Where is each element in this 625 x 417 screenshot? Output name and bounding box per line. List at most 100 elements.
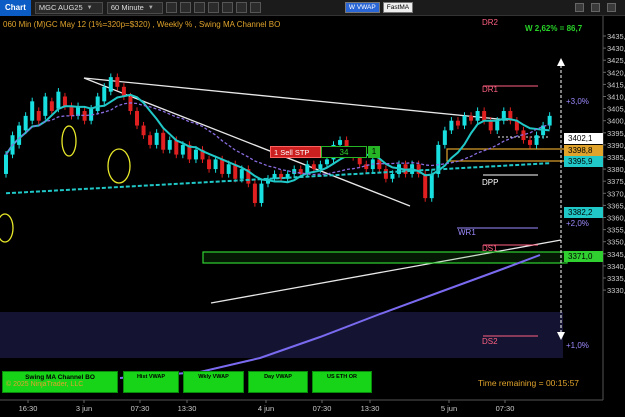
price-tick-label: 3345,0 (607, 250, 625, 259)
day-vwap-button[interactable]: Day VWAP (248, 371, 308, 393)
projection-plus3: +3,0% (566, 97, 589, 106)
chart-toolbar: Chart MGC AUG25 ▼ 60 Minute ▼ W VWAP FastM… (0, 0, 625, 16)
price-tick-label: 3425,0 (607, 56, 625, 65)
price-tick-label: 3350,0 (607, 238, 625, 247)
signal-circle (61, 125, 77, 157)
candle-body (193, 149, 198, 160)
zoom-icon[interactable] (193, 2, 205, 13)
close-icon[interactable] (607, 3, 616, 12)
breakout-channel-box (202, 251, 568, 264)
price-tick-label: 3395,0 (607, 129, 625, 138)
candle-body (528, 140, 532, 145)
stop-price-marker: 3398,8 (564, 145, 603, 156)
instrument-selector[interactable]: MGC AUG25 ▼ (34, 1, 103, 14)
fast-ma-toggle-button[interactable]: FastMA (382, 2, 414, 13)
upper-trendline (83, 77, 509, 121)
candle-body (135, 111, 139, 126)
candle-body (207, 159, 212, 170)
price-tick-label: 3365,0 (607, 201, 625, 210)
time-tick-label: 16:30 (19, 404, 38, 413)
candle-body (174, 140, 179, 155)
ds1-label: DS1 (482, 244, 498, 253)
candle-body (475, 111, 480, 121)
candle-body (102, 86, 107, 102)
candle-body (252, 183, 257, 203)
candle-body (324, 159, 329, 165)
projection-plus2: +2,0% (566, 219, 589, 228)
price-tick-label: 3335,0 (607, 274, 625, 283)
instrument-label: MGC AUG25 (38, 2, 83, 12)
dpp-label: DPP (482, 178, 498, 187)
candle-body (482, 111, 487, 121)
time-tick-label: 07:30 (496, 404, 515, 413)
order-quantity[interactable]: 34 (321, 146, 367, 158)
candlestick-series (4, 73, 552, 207)
chart-window-title: Chart (0, 0, 31, 16)
vwap-toggle-button[interactable]: W VWAP (344, 2, 380, 13)
channel-low-marker: 3382,2 (564, 207, 603, 218)
wkly-vwap-button[interactable]: Wkly VWAP (183, 371, 244, 393)
s1-price-marker: 3371,0 (564, 251, 603, 262)
wr1-label: WR1 (458, 228, 476, 237)
signal-circle (0, 213, 14, 243)
vwap-line (5, 93, 550, 184)
time-tick-label: 07:30 (313, 404, 332, 413)
time-tick-label: 3 jun (76, 404, 92, 413)
hist-vwap-button[interactable]: Hist VWAP (123, 371, 179, 393)
candle-body (357, 157, 362, 165)
candle-body (423, 173, 428, 199)
stop-zone-box (446, 148, 566, 162)
strategy-icon[interactable] (221, 2, 233, 13)
time-tick-label: 13:30 (361, 404, 380, 413)
candle-body (442, 130, 447, 145)
minimize-icon[interactable] (575, 3, 584, 12)
candle-body (383, 169, 388, 179)
candle-body (43, 96, 48, 116)
weekly-stats: W 2,62% = 86,7 (525, 24, 583, 33)
candle-body (180, 144, 185, 155)
drawing-tool-icon[interactable] (179, 2, 191, 13)
time-tick-label: 4 jun (258, 404, 274, 413)
time-axis[interactable]: 16:30 3 jun 07:30 13:30 4 jun 07:30 13:30 5 jun… (19, 400, 515, 413)
time-remaining: Time remaining = 00:15:57 (478, 378, 580, 388)
price-tick-label: 3380,0 (607, 165, 625, 174)
price-tick-label: 3360,0 (607, 214, 625, 223)
timeframe-selector[interactable]: 60 Minute ▼ (106, 1, 163, 14)
price-tick-label: 3410,0 (607, 93, 625, 102)
template-icon[interactable] (249, 2, 261, 13)
price-tick-label: 3390,0 (607, 141, 625, 150)
candle-body (534, 135, 539, 145)
price-tick-label: 3370,0 (607, 189, 625, 198)
bar-type-icon[interactable] (165, 2, 177, 13)
maximize-icon[interactable] (591, 3, 600, 12)
candle-body (161, 132, 166, 150)
candle-body (429, 173, 434, 199)
candle-body (4, 154, 8, 174)
price-tick-label: 3400,0 (607, 117, 625, 126)
arrow-up-icon (557, 58, 565, 66)
price-axis[interactable]: 3435,0 3430,0 3425,0 3420,0 3415,0 3410,0 3405… (603, 32, 625, 295)
candle-body (390, 173, 395, 179)
candle-body (108, 77, 113, 92)
candle-body (259, 183, 264, 203)
dr1-label: DR1 (482, 85, 499, 94)
candle-body (292, 169, 297, 174)
last-price-marker: 3402,1 (564, 133, 603, 144)
candle-body (469, 115, 474, 121)
ma-price-marker: 3395,9 (564, 156, 603, 167)
timeframe-label: 60 Minute (110, 2, 144, 12)
sell-stop-order[interactable]: 1 Sell STP (270, 146, 321, 158)
price-chart[interactable]: ✕ +3,0% +2,0% +1,0% DR2 DR1 DPP WR1 DS1 … (0, 16, 625, 417)
us-eth-or-button[interactable]: US ETH OR (312, 371, 372, 393)
candle-body (462, 115, 467, 126)
order-count-badge[interactable]: 1 (368, 146, 380, 158)
candle-body (95, 96, 100, 112)
candle-body (148, 135, 153, 145)
candle-body (167, 140, 172, 150)
properties-icon[interactable] (235, 2, 247, 13)
indicator-icon[interactable] (207, 2, 219, 13)
candle-body (69, 106, 74, 116)
copyright-text: © 2025 NinjaTrader, LLC (6, 381, 84, 388)
candle-body (115, 77, 120, 87)
price-tick-label: 3340,0 (607, 262, 625, 271)
